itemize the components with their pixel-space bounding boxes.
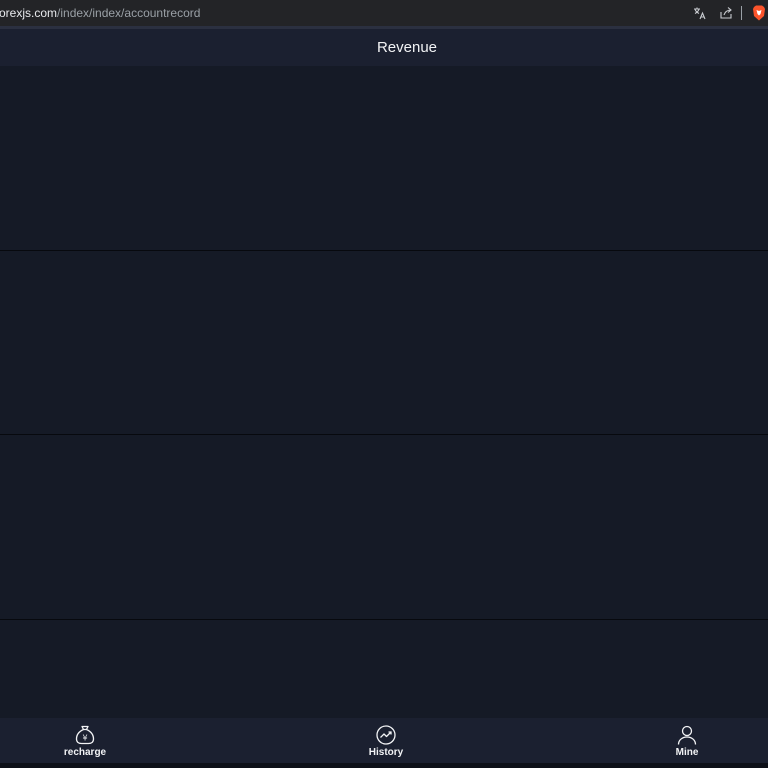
svg-text:¥: ¥ bbox=[82, 734, 87, 743]
url-text[interactable]: orexjs.com/index/index/accountrecord bbox=[0, 6, 200, 20]
tab-history[interactable]: History bbox=[346, 718, 426, 763]
browser-address-bar: orexjs.com/index/index/accountrecord bbox=[0, 0, 768, 26]
record-list[interactable] bbox=[0, 66, 768, 718]
translate-icon[interactable] bbox=[691, 4, 709, 22]
share-icon[interactable] bbox=[717, 4, 735, 22]
url-host: orexjs.com bbox=[0, 6, 58, 20]
list-divider bbox=[0, 619, 768, 620]
bottom-edge bbox=[0, 763, 768, 768]
list-divider bbox=[0, 434, 768, 435]
brave-shield-icon[interactable] bbox=[750, 4, 768, 22]
url-path: /index/index/accountrecord bbox=[57, 6, 201, 20]
page-header: Revenue bbox=[0, 29, 768, 66]
toolbar-divider bbox=[741, 6, 742, 20]
chart-icon bbox=[376, 725, 396, 745]
bottom-tab-bar: ¥ recharge History Mine bbox=[0, 718, 768, 763]
tab-mine[interactable]: Mine bbox=[647, 718, 727, 763]
money-bag-icon: ¥ bbox=[75, 725, 95, 745]
page-title: Revenue bbox=[376, 39, 438, 56]
list-divider bbox=[0, 250, 768, 251]
tab-recharge[interactable]: ¥ recharge bbox=[45, 718, 125, 763]
user-icon bbox=[677, 725, 697, 745]
tab-label: Mine bbox=[675, 747, 699, 758]
tab-label: recharge bbox=[63, 747, 107, 758]
tab-label: History bbox=[368, 747, 404, 758]
browser-toolbar-icons bbox=[683, 0, 768, 26]
